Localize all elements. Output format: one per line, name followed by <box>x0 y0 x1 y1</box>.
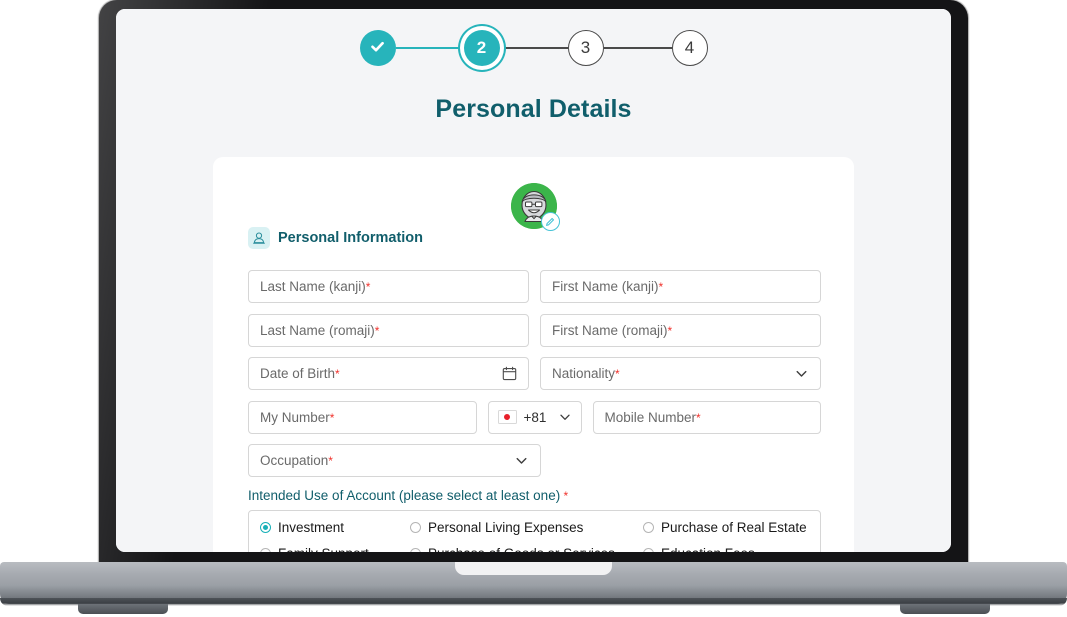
step-4-indicator[interactable]: 4 <box>671 30 708 66</box>
intended-use-options: Investment Personal Living Expenses Purc… <box>248 509 821 553</box>
option-label: Investment <box>278 519 345 535</box>
last-name-romaji-input[interactable]: Last Name (romaji)* <box>248 313 529 347</box>
step-4-label: 4 <box>684 38 695 57</box>
occupation-select[interactable]: Occupation* <box>248 444 541 477</box>
date-of-birth-placeholder: Date of Birth <box>260 366 336 381</box>
date-of-birth-input[interactable]: Date of Birth* <box>248 357 529 390</box>
required-marker: * <box>365 280 371 294</box>
laptop-foot-right <box>900 604 990 614</box>
person-badge-icon <box>248 227 270 249</box>
intended-use-row-2: Family Support Purchase of Goods or Serv… <box>260 546 809 553</box>
connector-3-4 <box>603 47 672 49</box>
radio-icon[interactable] <box>410 547 421 552</box>
required-marker: * <box>560 488 569 503</box>
intended-use-row-1: Investment Personal Living Expenses Purc… <box>260 520 809 535</box>
form-card: Personal Information Last Name (kanji)* … <box>213 157 854 552</box>
laptop-base-notch <box>455 562 612 575</box>
form-row-kanji-name: Last Name (kanji)* First Name (kanji)* <box>248 270 821 303</box>
option-label: Personal Living Expenses <box>428 519 584 535</box>
last-name-kanji-input[interactable]: Last Name (kanji)* <box>248 270 529 303</box>
nationality-select[interactable]: Nationality* <box>540 357 821 390</box>
page-root: 2 3 4 Personal Details Personal Informat… <box>116 9 951 552</box>
nationality-placeholder: Nationality <box>552 366 616 381</box>
check-icon <box>368 37 387 60</box>
connector-1-2 <box>395 47 464 49</box>
required-marker: * <box>696 410 701 425</box>
option-label: Education Fees <box>661 546 755 553</box>
intended-use-label: Intended Use of Account (please select a… <box>248 488 821 503</box>
option-label: Purchase of Goods or Services <box>428 546 615 553</box>
option-personal-living-expenses[interactable]: Personal Living Expenses <box>410 520 643 535</box>
phone-country-code-label: +81 <box>523 409 547 425</box>
option-investment[interactable]: Investment <box>260 520 410 535</box>
connector-2-3 <box>499 47 568 49</box>
step-2-indicator[interactable]: 2 <box>463 30 500 66</box>
last-name-romaji-placeholder: Last Name (romaji) <box>260 322 375 338</box>
avatar[interactable] <box>510 183 560 231</box>
option-purchase-of-real-estate[interactable]: Purchase of Real Estate <box>643 520 809 535</box>
laptop-foot-left <box>78 604 168 614</box>
japan-flag-dot <box>504 414 510 420</box>
chevron-down-icon[interactable] <box>794 366 809 381</box>
occupation-placeholder: Occupation <box>260 453 329 468</box>
intended-use-label-text: Intended Use of Account (please select a… <box>248 487 561 503</box>
first-name-romaji-placeholder: First Name (romaji) <box>552 322 668 338</box>
section-title: Personal Information <box>278 230 424 246</box>
japan-flag-icon <box>497 410 517 424</box>
step-3-indicator[interactable]: 3 <box>567 30 604 66</box>
radio-icon[interactable] <box>643 547 654 552</box>
first-name-kanji-placeholder: First Name (kanji) <box>552 279 659 294</box>
laptop-screen: 2 3 4 Personal Details Personal Informat… <box>116 9 951 552</box>
radio-icon[interactable] <box>260 521 271 533</box>
form-row-mynumber-mobile: My Number* +81 Mobile Number* <box>248 400 821 434</box>
required-marker: * <box>329 410 335 425</box>
option-label: Purchase of Real Estate <box>661 519 807 535</box>
required-marker: * <box>335 367 340 381</box>
form-row-dob-nationality: Date of Birth* Nationality* <box>248 357 821 390</box>
required-marker: * <box>374 323 380 338</box>
required-marker: * <box>615 367 620 381</box>
step-2-label: 2 <box>476 38 487 57</box>
step-1-indicator[interactable] <box>359 30 396 66</box>
radio-icon[interactable] <box>643 521 654 533</box>
radio-icon[interactable] <box>260 547 271 552</box>
calendar-icon[interactable] <box>502 366 517 381</box>
first-name-kanji-input[interactable]: First Name (kanji)* <box>540 270 821 303</box>
option-purchase-of-goods-or-services[interactable]: Purchase of Goods or Services <box>410 546 643 553</box>
option-label: Family Support <box>278 546 369 553</box>
mobile-number-input[interactable]: Mobile Number* <box>592 400 821 434</box>
required-marker: * <box>328 454 333 468</box>
required-marker: * <box>667 323 673 338</box>
phone-country-code-select[interactable]: +81 <box>487 400 582 434</box>
step-3-label: 3 <box>580 38 591 57</box>
required-marker: * <box>658 280 664 294</box>
pencil-icon[interactable] <box>540 212 560 231</box>
mobile-number-placeholder: Mobile Number <box>604 409 697 425</box>
option-family-support[interactable]: Family Support <box>260 546 410 553</box>
radio-icon[interactable] <box>410 521 421 533</box>
laptop-mockup: 2 3 4 Personal Details Personal Informat… <box>0 0 1067 617</box>
page-title: Personal Details <box>435 95 632 123</box>
section-header-personal-information: Personal Information <box>248 227 423 249</box>
progress-stepper: 2 3 4 <box>116 30 951 66</box>
chevron-down-icon[interactable] <box>514 453 529 468</box>
form-row-romaji-name: Last Name (romaji)* First Name (romaji)* <box>248 313 821 347</box>
option-education-fees[interactable]: Education Fees <box>643 546 809 553</box>
my-number-input[interactable]: My Number* <box>248 400 477 434</box>
form-row-occupation: Occupation* <box>248 444 821 477</box>
my-number-placeholder: My Number <box>260 409 330 425</box>
last-name-kanji-placeholder: Last Name (kanji) <box>260 279 366 294</box>
chevron-down-icon[interactable] <box>558 410 572 424</box>
personal-details-form: Last Name (kanji)* First Name (kanji)* L… <box>248 270 821 552</box>
first-name-romaji-input[interactable]: First Name (romaji)* <box>540 313 821 347</box>
